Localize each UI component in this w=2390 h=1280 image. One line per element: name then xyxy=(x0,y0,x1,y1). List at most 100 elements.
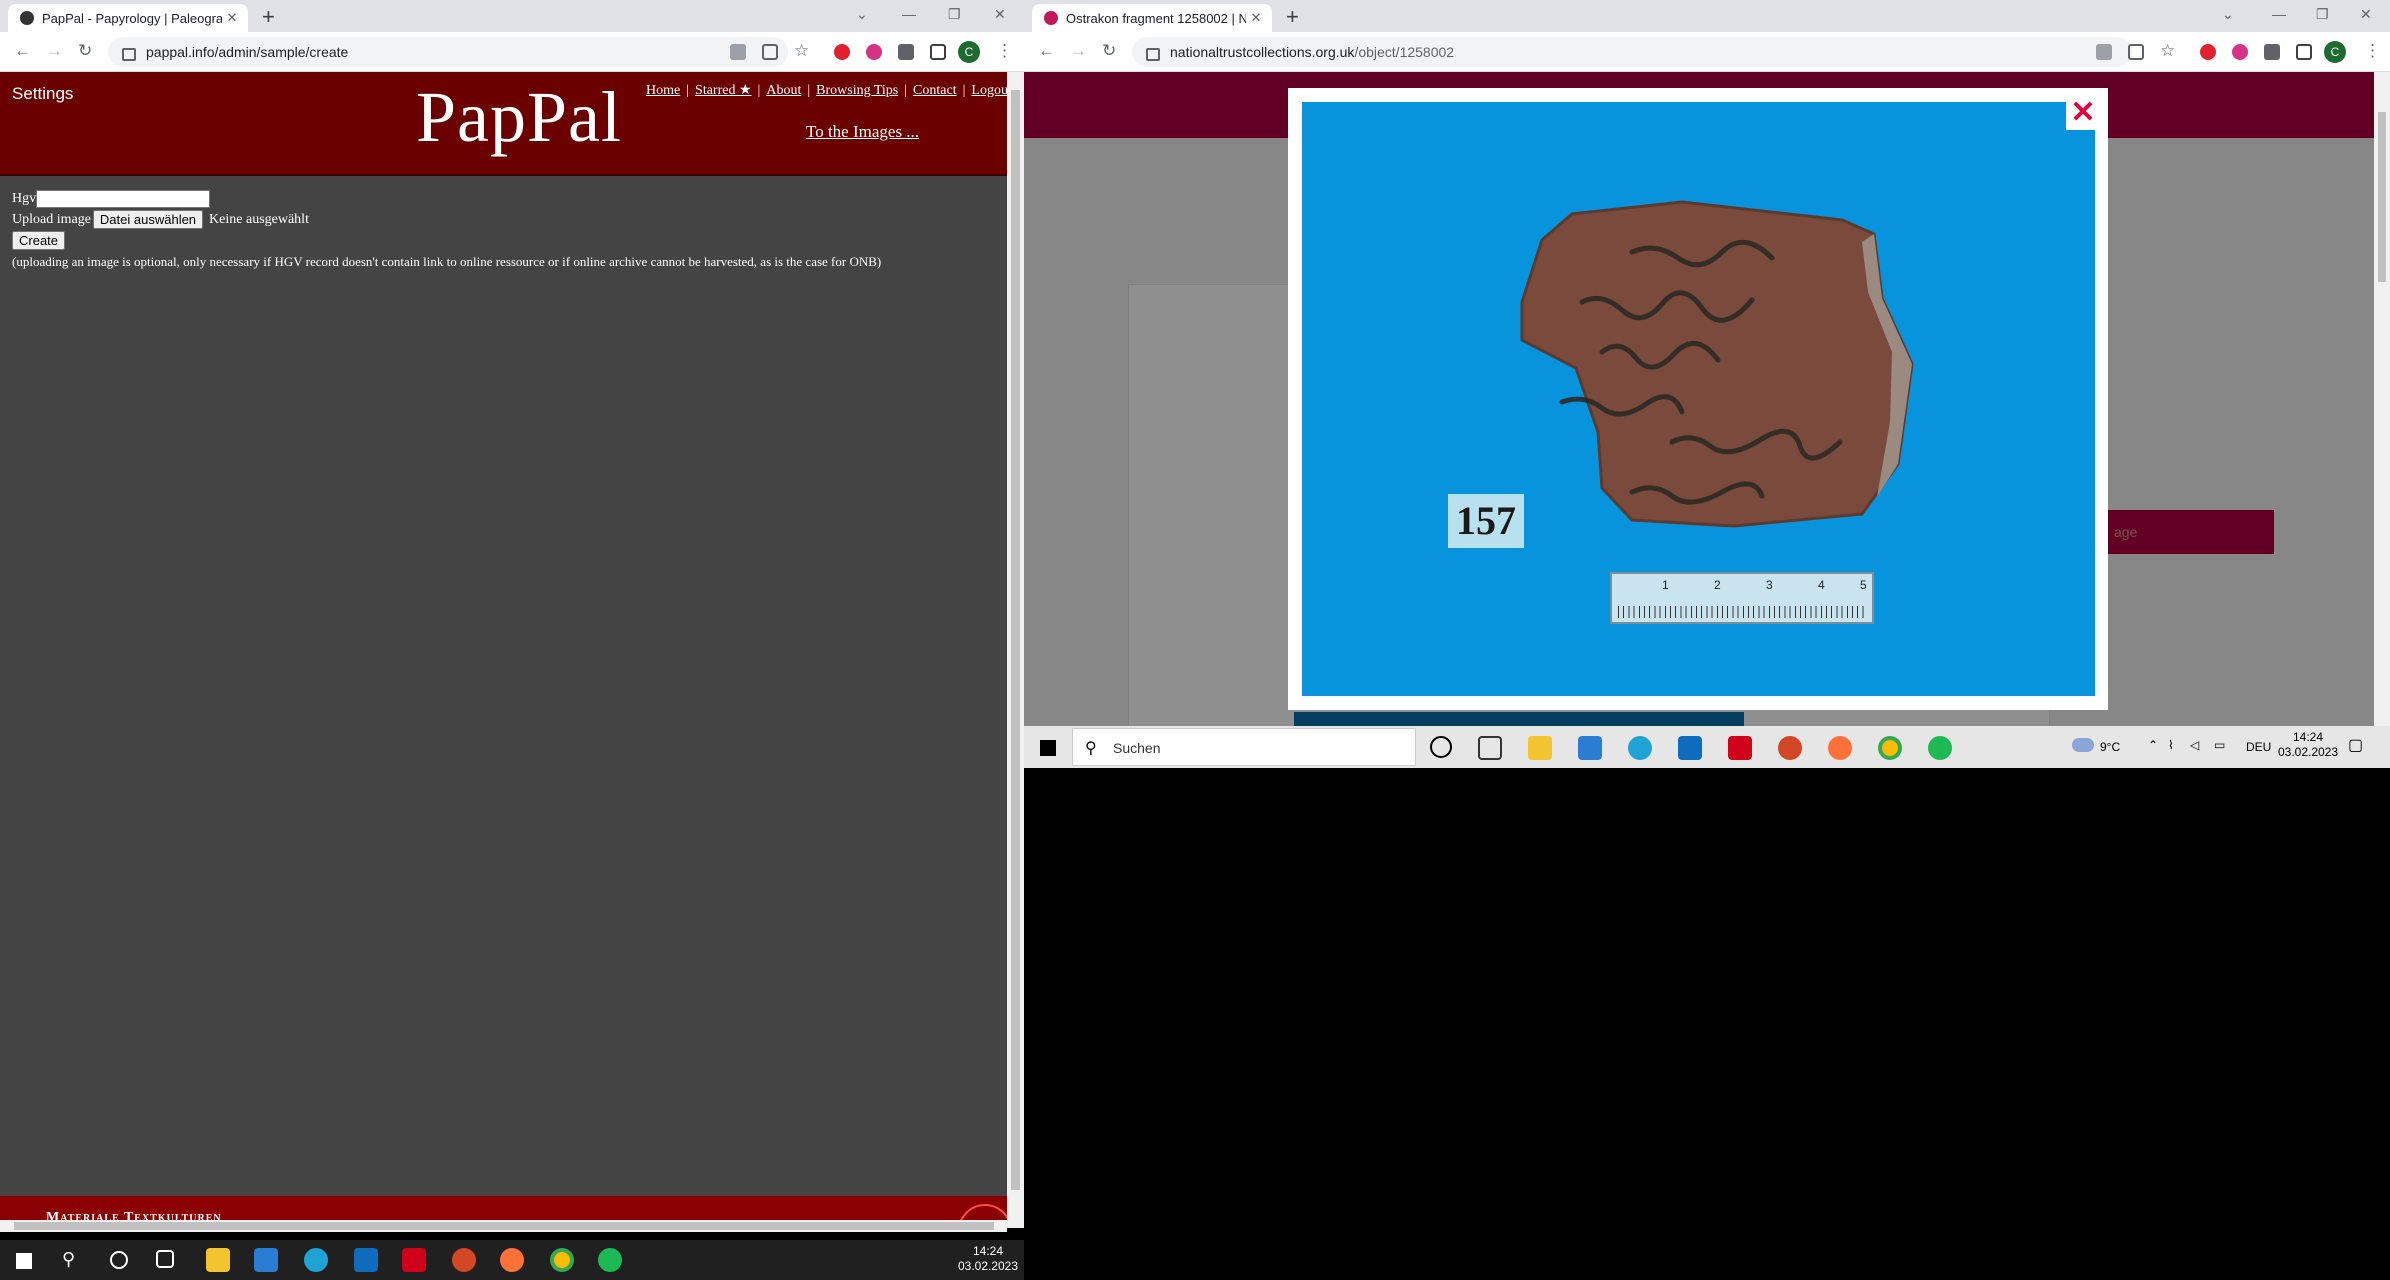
menu-dots-icon[interactable]: ⋮ xyxy=(2364,42,2381,60)
close-tab-icon[interactable]: ✕ xyxy=(1246,10,1266,26)
taskbar-search-box[interactable]: ⚲ Suchen xyxy=(1072,728,1416,766)
store-icon[interactable] xyxy=(1578,736,1602,760)
chrome-icon[interactable] xyxy=(1878,736,1902,760)
image-lightbox: 157 1 2 3 4 5 ✕ xyxy=(1288,88,2108,710)
cortana-icon[interactable] xyxy=(110,1251,128,1269)
back-icon[interactable]: ← xyxy=(14,42,31,60)
spotify-icon[interactable] xyxy=(1928,736,1952,760)
tab-search-icon[interactable]: ⌄ xyxy=(2222,6,2234,23)
close-tab-icon[interactable]: ✕ xyxy=(222,10,242,26)
right-active-tab[interactable]: Ostrakon fragment 1258002 | Na ✕ xyxy=(1032,4,1272,32)
left-active-tab[interactable]: PapPal - Papyrology | Paleograph ✕ xyxy=(8,4,248,32)
bookmark-star-icon[interactable]: ☆ xyxy=(794,42,809,60)
share-icon[interactable] xyxy=(762,44,778,60)
tray-chevron-icon[interactable]: ⌃ xyxy=(2148,738,2158,753)
minimize-icon[interactable]: — xyxy=(2272,6,2286,22)
mail-icon[interactable] xyxy=(1678,736,1702,760)
reload-icon[interactable]: ↻ xyxy=(1102,42,1116,60)
left-scroll-thumb[interactable] xyxy=(1011,90,1020,1190)
store-icon[interactable] xyxy=(254,1248,278,1272)
extension-red-icon[interactable] xyxy=(834,44,850,60)
extensions-puzzle-icon[interactable] xyxy=(2264,44,2280,60)
acrobat-icon[interactable] xyxy=(402,1248,426,1272)
restore-icon[interactable]: ❐ xyxy=(2316,6,2329,23)
nav-logout[interactable]: Logou xyxy=(971,83,1007,98)
window-close-icon[interactable]: ✕ xyxy=(994,6,1006,23)
side-panel-icon[interactable] xyxy=(2296,44,2312,60)
menu-dots-icon[interactable]: ⋮ xyxy=(996,42,1013,60)
nav-about[interactable]: About xyxy=(766,83,801,98)
left-hscroll-thumb[interactable] xyxy=(14,1222,994,1230)
create-button[interactable]: Create xyxy=(12,231,66,250)
extension-red-icon[interactable] xyxy=(2200,44,2216,60)
profile-avatar[interactable]: C xyxy=(2324,41,2346,63)
minimize-icon[interactable]: — xyxy=(902,6,916,22)
extension-pink-icon[interactable] xyxy=(2232,44,2248,60)
bookmark-star-icon[interactable]: ☆ xyxy=(2160,42,2175,60)
forward-icon[interactable]: → xyxy=(46,42,63,60)
nav-home[interactable]: Home xyxy=(646,83,680,98)
language-indicator[interactable]: DEU xyxy=(2246,740,2271,755)
windows-start-icon[interactable] xyxy=(1040,740,1056,756)
choose-file-button[interactable]: Datei auswählen xyxy=(92,210,204,229)
firefox-icon[interactable] xyxy=(1828,736,1852,760)
powerpoint-icon[interactable] xyxy=(1778,736,1802,760)
translate-icon[interactable] xyxy=(730,44,746,60)
keyboard-icon[interactable]: ▭ xyxy=(2214,738,2225,753)
search-icon[interactable]: ⚲ xyxy=(62,1249,75,1270)
close-lightbox-button[interactable]: ✕ xyxy=(2066,96,2100,130)
pappal-logo[interactable]: PapPal xyxy=(416,76,622,159)
extensions-puzzle-icon[interactable] xyxy=(898,44,914,60)
ruler-number-4: 4 xyxy=(1818,578,1825,592)
edge-icon[interactable] xyxy=(304,1248,328,1272)
share-icon[interactable] xyxy=(2128,44,2144,60)
nav-contact[interactable]: Contact xyxy=(913,83,957,98)
nav-starred[interactable]: Starred ★ xyxy=(695,83,751,98)
right-url-host: nationaltrustcollections.org.uk xyxy=(1170,44,1355,60)
translate-icon[interactable] xyxy=(2096,44,2112,60)
nav-browsing-tips[interactable]: Browsing Tips xyxy=(816,83,898,98)
ruler-number-2: 2 xyxy=(1714,578,1721,592)
settings-link[interactable]: Settings xyxy=(12,84,73,104)
file-explorer-icon[interactable] xyxy=(1528,736,1552,760)
file-explorer-icon[interactable] xyxy=(206,1248,230,1272)
right-scroll-thumb[interactable] xyxy=(2378,112,2386,282)
side-panel-icon[interactable] xyxy=(930,44,946,60)
profile-avatar[interactable]: C xyxy=(958,41,980,63)
powerpoint-icon[interactable] xyxy=(452,1248,476,1272)
mail-icon[interactable] xyxy=(354,1248,378,1272)
cortana-icon[interactable] xyxy=(1430,736,1452,758)
forward-icon[interactable]: → xyxy=(1070,42,1087,60)
taskbar-search-placeholder: Suchen xyxy=(1113,740,1161,756)
restore-icon[interactable]: ❐ xyxy=(948,6,961,23)
new-tab-icon[interactable]: + xyxy=(262,6,275,28)
extension-pink-icon[interactable] xyxy=(866,44,882,60)
left-address-bar[interactable]: pappal.info/admin/sample/create xyxy=(108,37,788,67)
edge-icon[interactable] xyxy=(1628,736,1652,760)
tab-search-icon[interactable]: ⌄ xyxy=(856,6,868,23)
task-view-icon[interactable] xyxy=(156,1250,174,1268)
clock[interactable]: 14:24 03.02.2023 xyxy=(2276,730,2340,760)
notifications-icon[interactable]: ▢ xyxy=(2348,738,2363,754)
chrome-icon[interactable] xyxy=(550,1248,574,1272)
left-clock[interactable]: 14:24 03.02.2023 xyxy=(956,1244,1020,1274)
weather-temperature[interactable]: 9°C xyxy=(2100,740,2120,755)
new-tab-icon[interactable]: + xyxy=(1286,6,1299,28)
left-vertical-scrollbar[interactable] xyxy=(1007,72,1024,1228)
task-view-icon[interactable] xyxy=(1478,736,1502,760)
firefox-icon[interactable] xyxy=(500,1248,524,1272)
back-icon[interactable]: ← xyxy=(1038,42,1055,60)
network-icon[interactable]: ⌇ xyxy=(2168,738,2174,753)
right-vertical-scrollbar[interactable] xyxy=(2374,72,2390,726)
hgv-input[interactable] xyxy=(36,189,211,208)
windows-start-icon[interactable] xyxy=(16,1253,32,1269)
right-address-bar[interactable]: nationaltrustcollections.org.uk/object/1… xyxy=(1132,37,2132,67)
window-close-icon[interactable]: ✕ xyxy=(2360,6,2372,23)
upload-image-label: Upload image xyxy=(12,211,91,227)
left-horizontal-scrollbar[interactable] xyxy=(0,1220,1007,1232)
to-images-link[interactable]: To the Images ... xyxy=(806,122,919,142)
acrobat-icon[interactable] xyxy=(1728,736,1752,760)
reload-icon[interactable]: ↻ xyxy=(78,42,92,60)
volume-icon[interactable]: ◁ xyxy=(2190,738,2199,753)
spotify-icon[interactable] xyxy=(598,1248,622,1272)
